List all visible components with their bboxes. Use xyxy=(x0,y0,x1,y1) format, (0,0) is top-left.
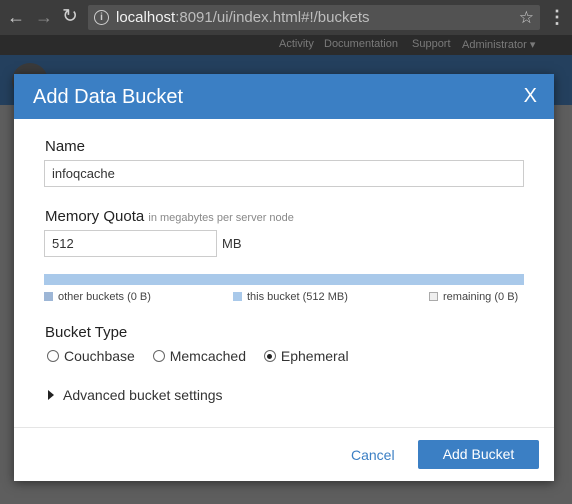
cancel-link[interactable]: Cancel xyxy=(351,447,395,463)
legend-swatch-this xyxy=(233,292,242,301)
bucket-type-options: Couchbase Memcached Ephemeral xyxy=(47,348,363,365)
memory-quota-title: Memory Quota xyxy=(45,208,145,225)
footer-divider xyxy=(14,427,554,428)
radio-ephemeral[interactable]: Ephemeral xyxy=(263,348,349,364)
nav-link-activity[interactable]: Activity xyxy=(279,38,314,50)
radio-memcached-label[interactable]: Memcached xyxy=(170,348,246,364)
nav-link-support[interactable]: Support xyxy=(412,38,451,50)
memory-quota-label: Memory Quota in megabytes per server nod… xyxy=(45,208,294,225)
back-arrow-icon[interactable]: ← xyxy=(4,5,28,29)
legend-swatch-other xyxy=(44,292,53,301)
browser-toolbar: ← → ↻ i localhost:8091/ui/index.html#!/b… xyxy=(0,0,572,35)
legend-swatch-remaining xyxy=(429,292,438,301)
legend-other-label: other buckets (0 B) xyxy=(58,291,151,303)
reload-icon[interactable]: ↻ xyxy=(58,5,82,29)
url-path: :8091/ui/index.html#!/buckets xyxy=(175,9,370,26)
address-bar[interactable]: i localhost:8091/ui/index.html#!/buckets… xyxy=(88,5,540,30)
radio-couchbase-circle[interactable] xyxy=(47,350,59,362)
legend-other-buckets: other buckets (0 B) xyxy=(44,291,151,303)
nav-link-administrator[interactable]: Administrator ▾ xyxy=(462,38,535,51)
url-host: localhost xyxy=(116,9,176,26)
legend-this-bucket: this bucket (512 MB) xyxy=(233,291,348,303)
radio-ephemeral-circle[interactable] xyxy=(263,350,276,362)
radio-memcached[interactable]: Memcached xyxy=(152,348,246,364)
add-bucket-button[interactable]: Add Bucket xyxy=(418,440,539,469)
forward-arrow-icon[interactable]: → xyxy=(32,5,56,29)
bucket-name-input[interactable]: infoqcache xyxy=(44,160,524,187)
add-bucket-dialog: Add Data Bucket X Name infoqcache Memory… xyxy=(14,74,554,481)
advanced-settings-toggle[interactable]: Advanced bucket settings xyxy=(48,387,223,403)
app-top-nav: Activity Documentation Support Administr… xyxy=(0,35,572,55)
site-info-icon[interactable]: i xyxy=(94,10,109,25)
legend-this-label: this bucket (512 MB) xyxy=(247,291,348,303)
quota-usage-bar xyxy=(44,274,524,285)
radio-memcached-circle[interactable] xyxy=(152,350,165,362)
bucket-type-label: Bucket Type xyxy=(45,324,128,341)
nav-link-documentation[interactable]: Documentation xyxy=(324,38,398,50)
name-label: Name xyxy=(45,138,86,155)
browser-menu-icon[interactable]: ⋮ xyxy=(548,6,566,28)
memory-quota-input[interactable]: 512 xyxy=(44,230,217,257)
radio-ephemeral-label[interactable]: Ephemeral xyxy=(281,348,349,364)
legend-remaining-label: remaining (0 B) xyxy=(443,291,519,303)
memory-quota-hint: in megabytes per server node xyxy=(148,212,294,224)
memory-unit-label: MB xyxy=(222,236,242,251)
advanced-settings-label[interactable]: Advanced bucket settings xyxy=(63,387,223,403)
bookmark-star-icon[interactable]: ☆ xyxy=(519,5,534,30)
close-button[interactable]: X xyxy=(524,85,537,108)
dialog-header: Add Data Bucket X xyxy=(14,74,554,119)
radio-couchbase[interactable]: Couchbase xyxy=(47,348,135,364)
expand-triangle-icon[interactable] xyxy=(48,390,54,400)
legend-remaining: remaining (0 B) xyxy=(429,291,518,303)
radio-couchbase-label[interactable]: Couchbase xyxy=(64,348,135,364)
dialog-title: Add Data Bucket xyxy=(33,86,184,108)
url-text: localhost:8091/ui/index.html#!/buckets xyxy=(116,5,370,30)
